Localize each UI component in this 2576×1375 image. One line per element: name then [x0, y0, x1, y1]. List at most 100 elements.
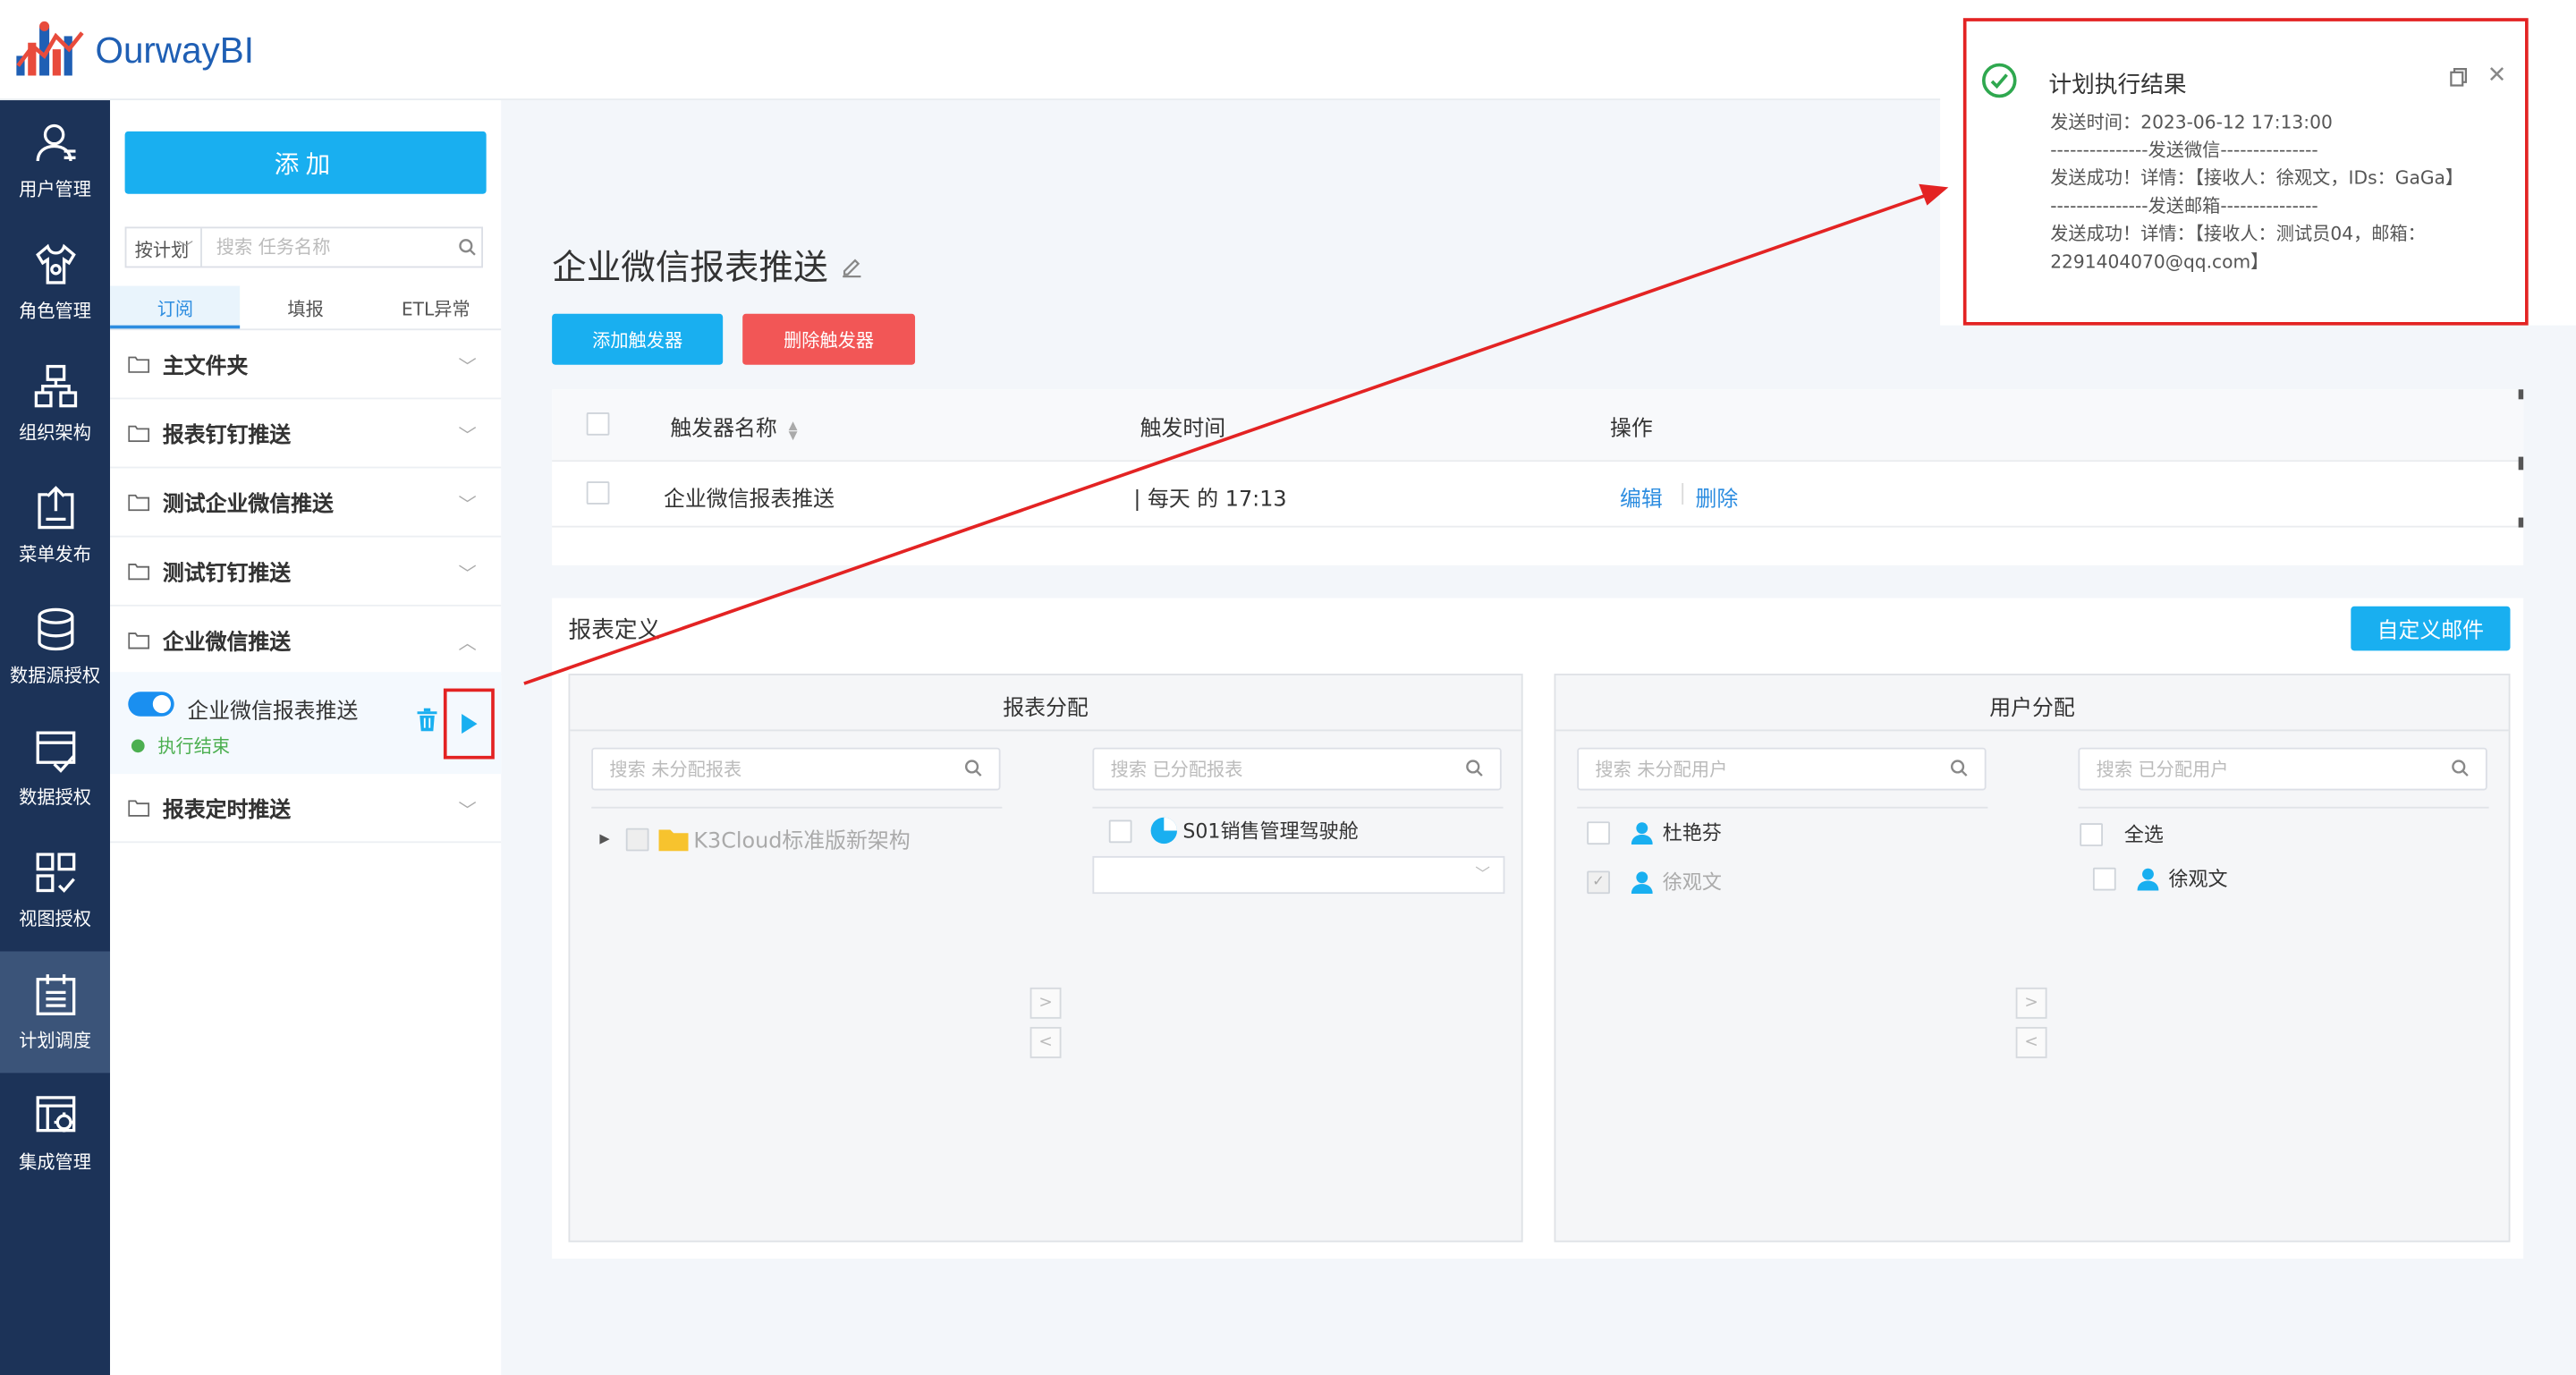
- nav-label: 角色管理: [19, 301, 91, 322]
- run-button[interactable]: [443, 688, 495, 760]
- trigger-name-cell: 企业微信报表推送: [664, 488, 835, 514]
- tree-node[interactable]: ▶ K3Cloud标准版新架构: [599, 823, 911, 855]
- folder-item[interactable]: 主文件夹 ﹀: [110, 330, 502, 400]
- data-auth-icon: [35, 731, 75, 773]
- chevron-down-icon: ﹀: [178, 241, 194, 259]
- tree-node-checkbox[interactable]: [626, 827, 649, 851]
- scrollbar-bottom-marker[interactable]: [2518, 517, 2524, 528]
- action-divider: |: [1679, 481, 1687, 506]
- notification-line: ---------------发送微信---------------: [2050, 140, 2318, 161]
- chevron-down-icon: ﹀: [458, 563, 477, 585]
- delete-link[interactable]: 删除: [1695, 481, 1738, 513]
- scrollbar-thumb[interactable]: [2518, 456, 2524, 471]
- custom-mail-button[interactable]: 自定义邮件: [2351, 606, 2511, 651]
- tree-node-label: K3Cloud标准版新架构: [693, 829, 911, 855]
- scrollbar-top-marker[interactable]: [2518, 389, 2524, 400]
- unassigned-user-search[interactable]: [1577, 747, 1987, 791]
- assigned-report-item[interactable]: S01销售管理驾驶舱: [1108, 817, 1359, 845]
- chevron-up-icon: ︿: [458, 632, 477, 655]
- plan-filter-select[interactable]: 按计划 ﹀: [126, 228, 202, 267]
- user-list-item[interactable]: ✓ 徐观文: [1587, 868, 1722, 895]
- report-name: S01销售管理驾驶舱: [1182, 819, 1359, 844]
- folder-item[interactable]: 报表定时推送 ﹀: [110, 774, 502, 844]
- nav-item-role-management[interactable]: 角色管理: [0, 222, 110, 344]
- unassigned-report-search[interactable]: [591, 747, 1001, 791]
- nav-item-datasource-auth[interactable]: 数据源授权: [0, 587, 110, 709]
- notification-title: 计划执行结果: [2048, 72, 2187, 99]
- nav-item-data-auth[interactable]: 数据授权: [0, 709, 110, 830]
- user-list-item[interactable]: 杜艳芬: [1587, 819, 1722, 846]
- app-logo[interactable]: OurwayBI: [13, 20, 254, 82]
- chevron-down-icon: ﹀: [458, 800, 477, 822]
- sort-icon[interactable]: ▲ ▼: [789, 419, 798, 440]
- success-check-icon: [1981, 63, 2017, 98]
- nav-item-view-auth[interactable]: 视图授权: [0, 830, 110, 952]
- tab-fill-report[interactable]: 填报: [241, 286, 371, 329]
- folder-item[interactable]: 企业微信推送 ︿: [110, 607, 502, 675]
- tab-etl-exception[interactable]: ETL异常: [370, 286, 501, 329]
- trigger-table: 触发器名称 ▲ ▼ 触发时间 操作 企业微信报表推送 | 每天 的 17:13 编辑…: [552, 389, 2524, 565]
- search-icon[interactable]: [964, 760, 982, 777]
- report-allocation-box: 报表分配 ▶ K3Cloud标准版新架构 S01销售管理驾驶舱: [568, 674, 1523, 1243]
- close-icon[interactable]: ✕: [2487, 63, 2507, 89]
- move-right-button[interactable]: >: [1030, 987, 1062, 1019]
- report-option-select[interactable]: ﹀: [1092, 855, 1505, 895]
- nav-item-plan-schedule[interactable]: 计划调度: [0, 951, 111, 1074]
- trash-icon[interactable]: [417, 708, 437, 732]
- assigned-report-search[interactable]: [1092, 747, 1502, 791]
- user-checkbox[interactable]: [1587, 820, 1610, 845]
- unassigned-user-search-input[interactable]: [1579, 749, 1924, 789]
- report-checkbox[interactable]: [1108, 819, 1132, 843]
- logo-text: OurwayBI: [95, 30, 254, 71]
- move-left-button[interactable]: <: [1030, 1026, 1062, 1058]
- assigned-report-search-input[interactable]: [1094, 749, 1439, 789]
- copy-icon[interactable]: [2450, 67, 2468, 87]
- user-checkbox-checked[interactable]: ✓: [1587, 870, 1610, 894]
- database-icon: [37, 607, 73, 651]
- nav-item-user-management[interactable]: 用户管理: [0, 100, 110, 222]
- tab-subscribe[interactable]: 订阅: [110, 285, 241, 329]
- task-enable-toggle[interactable]: [128, 692, 174, 717]
- unassigned-report-search-input[interactable]: [593, 749, 938, 789]
- caret-right-icon[interactable]: ▶: [599, 831, 609, 846]
- folder-icon: [128, 425, 150, 443]
- move-left-button[interactable]: <: [2015, 1026, 2047, 1058]
- task-search-input[interactable]: [201, 228, 455, 267]
- edit-pencil-icon[interactable]: [841, 256, 862, 277]
- move-right-button[interactable]: >: [2015, 987, 2047, 1019]
- column-header-trigger-time: 触发时间: [1140, 417, 1226, 443]
- add-button[interactable]: 添加: [124, 131, 487, 194]
- notification-line: 发送成功！详情：【接收人：徐观文，IDs：GaGa】: [2050, 167, 2464, 190]
- assigned-user-item[interactable]: 徐观文: [2092, 864, 2228, 892]
- folder-item[interactable]: 报表钉钉推送 ﹀: [110, 399, 502, 469]
- search-icon[interactable]: [2451, 760, 2469, 777]
- user-checkbox[interactable]: [2092, 866, 2116, 890]
- add-trigger-button[interactable]: 添加触发器: [552, 313, 724, 365]
- folder-item[interactable]: 测试企业微信推送 ﹀: [110, 468, 502, 538]
- search-icon[interactable]: [1465, 760, 1483, 777]
- edit-link[interactable]: 编辑: [1620, 481, 1663, 513]
- table-row[interactable]: 企业微信报表推送 | 每天 的 17:13 编辑 | 删除: [552, 462, 2524, 528]
- nav-item-menu-publish[interactable]: 菜单发布: [0, 465, 110, 587]
- column-header-actions: 操作: [1609, 417, 1653, 443]
- folder-item[interactable]: 测试钉钉推送 ﹀: [110, 538, 502, 607]
- row-checkbox[interactable]: [586, 481, 610, 505]
- task-item[interactable]: 企业微信报表推送 执行结束: [110, 672, 502, 775]
- folder-label: 报表定时推送: [162, 798, 292, 824]
- assigned-user-search-input[interactable]: [2080, 749, 2425, 789]
- select-all-item[interactable]: 全选: [2080, 820, 2164, 848]
- nav-label: 集成管理: [19, 1151, 91, 1174]
- folder-icon: [128, 563, 150, 581]
- search-icon[interactable]: [1950, 760, 1968, 777]
- select-all-checkbox[interactable]: [586, 412, 610, 436]
- assigned-user-search[interactable]: [2078, 747, 2487, 791]
- nav-label: 视图授权: [19, 908, 91, 930]
- search-icon[interactable]: [454, 228, 481, 266]
- column-header-trigger-name[interactable]: 触发器名称 ▲ ▼: [670, 411, 798, 443]
- nav-item-org-structure[interactable]: 组织架构: [0, 344, 110, 465]
- divider: [1092, 806, 1504, 809]
- nav-item-integration[interactable]: 集成管理: [0, 1073, 110, 1194]
- ourwaybi-logo-icon: [16, 21, 84, 76]
- select-all-checkbox[interactable]: [2080, 822, 2103, 845]
- delete-trigger-button[interactable]: 删除触发器: [742, 313, 916, 365]
